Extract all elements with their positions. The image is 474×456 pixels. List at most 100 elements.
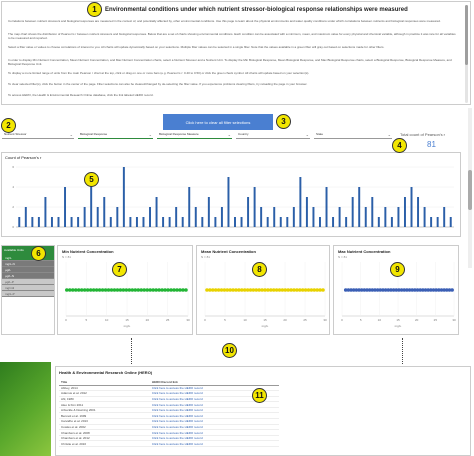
bar [384, 207, 387, 227]
y-tick-label: 4 [12, 185, 14, 189]
bar [37, 217, 40, 227]
hero-title: Health & Environmental Research Online (… [59, 370, 153, 375]
bar [194, 207, 197, 227]
mean-nutrient-chart[interactable]: 0 5 10 15 20 25 30 mg/L [197, 246, 331, 336]
x-tick-label: 5 [85, 318, 87, 322]
bar [273, 207, 276, 227]
x-tick-label: 10 [105, 318, 109, 322]
bar [83, 207, 86, 227]
bar [403, 197, 406, 227]
bar [149, 207, 151, 227]
bar [345, 217, 348, 227]
x-tick-label: 20 [415, 318, 419, 322]
callout-marker: 9 [390, 262, 405, 277]
chart-subtitle: N = 81 [201, 255, 210, 259]
chart-subtitle: N = 81 [62, 255, 71, 259]
callout-marker: 8 [252, 262, 267, 277]
count-chart[interactable]: 0 2 4 6 [2, 153, 462, 238]
intro-paragraph: Select a filter value or values to choos… [8, 45, 385, 49]
bar [135, 217, 138, 227]
x-tick-label: 20 [283, 318, 287, 322]
units-header: Available Units [2, 246, 54, 255]
mean-nutrient-panel: 0 5 10 15 20 25 30 mg/L Mean Nutrient Concentra… [196, 245, 330, 335]
unit-list-item[interactable]: mg/L-P [2, 291, 54, 297]
bar [96, 207, 99, 227]
filter-label: Biological Response [80, 132, 108, 136]
bar [338, 207, 341, 227]
bar [175, 207, 178, 227]
bar [351, 197, 354, 227]
bar [168, 217, 171, 227]
scrollbar-thumb[interactable] [465, 5, 468, 65]
bar [240, 217, 243, 227]
bar [371, 197, 374, 227]
filter-state[interactable]: State ⌄ [314, 131, 392, 139]
x-tick-label: 15 [396, 318, 400, 322]
x-tick-label: 25 [166, 318, 170, 322]
bar [358, 187, 361, 227]
min-nutrient-chart[interactable]: 0 5 10 15 20 25 30 mg/L [58, 246, 194, 336]
intro-paragraph: To display a more limited range of units… [8, 71, 310, 75]
callout-marker: 3 [276, 114, 291, 129]
min-nutrient-panel: 0 5 10 15 20 25 30 mg/L Min Nutrient Concentrat… [57, 245, 193, 335]
callout-marker: 2 [1, 118, 16, 133]
bar [279, 217, 282, 227]
x-tick-label: 30 [186, 318, 190, 322]
bar [116, 207, 119, 227]
chevron-down-icon: ⌄ [148, 132, 152, 137]
intro-scrollbar[interactable] [465, 5, 468, 103]
hero-record-link[interactable]: Click here to access the HERO record [149, 440, 279, 447]
bar [24, 207, 27, 227]
x-tick-label: 30 [452, 318, 456, 322]
bar [31, 217, 34, 227]
callout-marker: 6 [31, 246, 46, 261]
page-scrollbar[interactable] [468, 108, 472, 268]
x-tick-label: 0 [65, 318, 67, 322]
x-tick-label: 30 [323, 318, 327, 322]
bar [162, 217, 165, 227]
filter-biological-response-measure[interactable]: Biological Response Measure ⌄ [157, 131, 232, 139]
clear-filters-button[interactable]: Click here to clear all filter selection… [163, 114, 273, 130]
filter-biological-response[interactable]: Biological Response ⌄ [78, 131, 153, 139]
y-tick-label: 0 [12, 225, 14, 229]
filter-nutrient-stressor[interactable]: Nutrient Stressor ⌄ [2, 131, 74, 139]
callout-marker: 11 [252, 388, 267, 403]
x-tick-label: 10 [378, 318, 382, 322]
bar [312, 207, 315, 227]
bar [377, 217, 380, 227]
y-tick-label: 6 [12, 165, 14, 169]
max-nutrient-panel: 0 5 10 15 20 25 30 mg/L Max Nutrient Concentrat… [333, 245, 459, 335]
bar [292, 207, 295, 227]
filter-label: Biological Response Measure [159, 132, 199, 136]
bar [64, 187, 67, 227]
bar [18, 217, 21, 227]
intro-paragraph: In order to display Min Nutrient Concent… [8, 58, 452, 66]
kpi-label: Total count of Pearson's r [400, 132, 446, 137]
bar [332, 217, 335, 227]
bar [57, 217, 60, 227]
filter-country[interactable]: Country ⌄ [236, 131, 310, 139]
x-tick-label: 5 [224, 318, 226, 322]
x-tick-label: 25 [434, 318, 438, 322]
bar [77, 217, 80, 227]
bar [449, 217, 452, 227]
chart-subtitle: N = 81 [338, 255, 347, 259]
callout-marker: 7 [112, 262, 127, 277]
available-units-list: Available Units mg/L mg/L-N µg/L µg/L-N µg/L… [1, 245, 55, 335]
bar [305, 197, 308, 227]
data-point [321, 288, 325, 292]
hero-table: Title HERO Record link Abbey, 2014 Click … [59, 379, 279, 447]
scrollbar-thumb[interactable] [468, 170, 472, 210]
bar [423, 207, 426, 227]
data-point [450, 288, 454, 292]
callout-marker: 10 [222, 343, 237, 358]
bar [70, 217, 73, 227]
max-nutrient-chart[interactable]: 0 5 10 15 20 25 30 mg/L [334, 246, 460, 336]
intro-paragraph: To clear selected filter(s), click the b… [8, 82, 308, 86]
bar [103, 197, 106, 227]
x-tick-label: 20 [146, 318, 150, 322]
bar [181, 217, 184, 227]
bar [220, 207, 223, 227]
chevron-down-icon: ⌄ [227, 132, 231, 137]
bar [299, 177, 302, 227]
